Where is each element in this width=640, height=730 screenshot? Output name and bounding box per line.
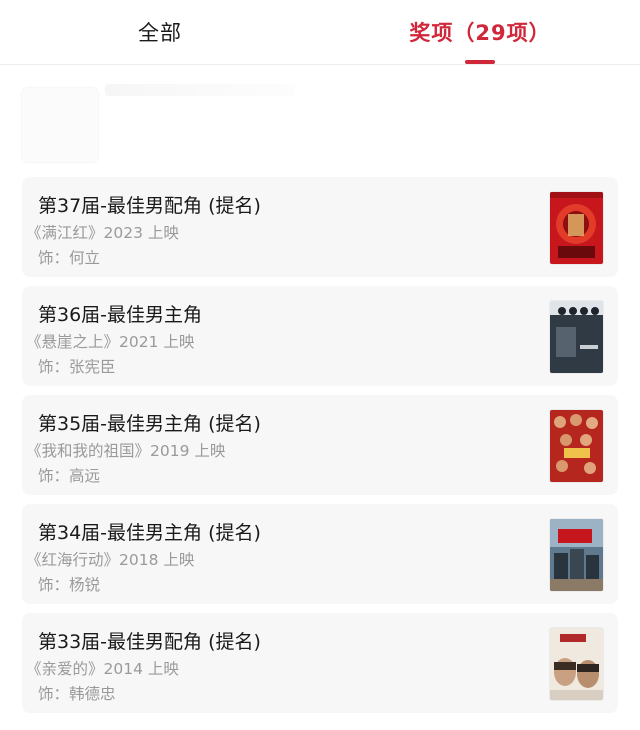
award-role: 饰：杨锐	[38, 576, 101, 594]
award-card[interactable]: 第34届-最佳男主角 (提名) 《红海行动》2018 上映 饰：杨锐	[22, 504, 618, 604]
loading-placeholder-line	[105, 84, 295, 96]
award-role: 饰：韩德忠	[38, 685, 116, 703]
award-title: 第36届-最佳男主角	[38, 304, 203, 326]
award-role: 饰：张宪臣	[38, 358, 116, 376]
award-movie: 《红海行动》2018 上映	[26, 551, 195, 569]
award-title: 第35届-最佳男主角 (提名)	[38, 413, 261, 435]
award-title: 第33届-最佳男配角 (提名)	[38, 631, 261, 653]
award-card[interactable]: 第36届-最佳男主角 《悬崖之上》2021 上映 饰：张宪臣	[22, 286, 618, 386]
loading-placeholder	[22, 88, 98, 162]
tab-all-label: 全部	[138, 21, 182, 45]
award-list: 第37届-最佳男配角 (提名) 《满江红》2023 上映 饰：何立 第36届-最…	[22, 177, 618, 722]
award-card[interactable]: 第35届-最佳男主角 (提名) 《我和我的祖国》2019 上映 饰：高远	[22, 395, 618, 495]
tab-awards[interactable]: 奖项（29项）	[320, 0, 640, 64]
tab-active-indicator	[465, 60, 495, 64]
award-title: 第34届-最佳男主角 (提名)	[38, 522, 261, 544]
poster-wohewodezuguo-icon[interactable]	[550, 410, 603, 482]
poster-manjianghong-icon[interactable]	[550, 192, 603, 264]
award-card[interactable]: 第33届-最佳男配角 (提名) 《亲爱的》2014 上映 饰：韩德忠	[22, 613, 618, 713]
award-movie: 《悬崖之上》2021 上映	[26, 333, 195, 351]
award-movie: 《我和我的祖国》2019 上映	[26, 442, 226, 460]
poster-xuanyazhishang-icon[interactable]	[550, 301, 603, 373]
tab-bar: 全部 奖项（29项）	[0, 0, 640, 65]
award-movie: 《亲爱的》2014 上映	[26, 660, 179, 678]
award-role: 饰：高远	[38, 467, 101, 485]
poster-honghaixingdong-icon[interactable]	[550, 519, 603, 591]
poster-qinaide-icon[interactable]	[550, 628, 603, 700]
award-title: 第37届-最佳男配角 (提名)	[38, 195, 261, 217]
award-role: 饰：何立	[38, 249, 101, 267]
award-card[interactable]: 第37届-最佳男配角 (提名) 《满江红》2023 上映 饰：何立	[22, 177, 618, 277]
award-movie: 《满江红》2023 上映	[26, 224, 179, 242]
tab-awards-label: 奖项（29项）	[409, 21, 551, 45]
tab-all[interactable]: 全部	[0, 0, 320, 64]
